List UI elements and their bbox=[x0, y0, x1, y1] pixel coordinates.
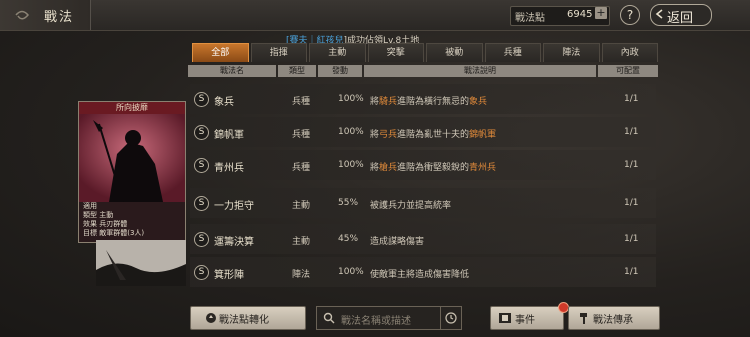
s-rank-icon: S bbox=[194, 158, 209, 173]
tactic-type: 主動 bbox=[292, 201, 311, 211]
tactic-rate: 100% bbox=[338, 127, 364, 137]
category-tabs: 全部 指揮 主動 突擊 被動 兵種 陣法 內政 bbox=[192, 43, 658, 62]
tab-active[interactable]: 主動 bbox=[309, 43, 366, 62]
event-label: 事件 bbox=[515, 315, 535, 326]
tab-internal[interactable]: 內政 bbox=[601, 43, 658, 62]
add-points-button[interactable]: + bbox=[595, 7, 607, 19]
tactic-desc: 被護兵力並提高統率 bbox=[370, 201, 452, 211]
tactic-desc: 將騎兵進階為橫行無忌的象兵 bbox=[370, 97, 488, 107]
tactic-name: 一力拒守 bbox=[214, 201, 254, 212]
s-rank-icon: S bbox=[194, 232, 209, 247]
tab-formation[interactable]: 陣法 bbox=[543, 43, 600, 62]
tactic-points-label: 戰法點 bbox=[515, 13, 545, 24]
search-placeholder: 戰法名稱或描述 bbox=[341, 316, 411, 327]
table-row[interactable]: S 箕形陣 陣法 100% 使敵軍主將造成傷害降低 1/1 bbox=[190, 257, 656, 287]
tactic-name: 運籌決算 bbox=[214, 237, 254, 248]
tactic-card[interactable]: 所向披靡 適用 類型 主動 效果 兵刃群體 目標 敵軍群體(3人) bbox=[78, 101, 186, 243]
card-info: 適用 類型 主動 效果 兵刃群體 目標 敵軍群體(3人) bbox=[83, 202, 145, 237]
tactic-name: 箕形陣 bbox=[214, 270, 244, 281]
tactic-inherit-label: 戰法傳承 bbox=[593, 315, 633, 326]
tactic-name: 錦帆軍 bbox=[214, 130, 244, 141]
top-bar: 戰法 戰法點 6945 + ? 返回 bbox=[0, 0, 750, 31]
tab-troop[interactable]: 兵種 bbox=[484, 43, 541, 62]
table-row[interactable]: S 運籌決算 主動 45% 造成謀略傷害 1/1 bbox=[190, 224, 656, 254]
table-row[interactable]: S 青州兵 兵種 100% 將槍兵進階為衝堅毅銳的青州兵 1/1 bbox=[190, 150, 656, 180]
tactic-desc: 將槍兵進階為衝堅毅銳的青州兵 bbox=[370, 163, 497, 173]
tab-assault[interactable]: 突擊 bbox=[367, 43, 424, 62]
tactic-config: 1/1 bbox=[624, 198, 639, 208]
convert-points-button[interactable]: 戰法點轉化 bbox=[190, 306, 306, 330]
convert-icon bbox=[206, 313, 216, 323]
tactic-desc: 使敵軍主將造成傷害降低 bbox=[370, 270, 470, 280]
history-button[interactable] bbox=[440, 307, 461, 329]
scroll-icon bbox=[499, 313, 511, 323]
tactic-desc: 造成謀略傷害 bbox=[370, 237, 425, 247]
convert-points-label: 戰法點轉化 bbox=[219, 315, 269, 326]
tactic-type: 陣法 bbox=[292, 270, 311, 280]
table-row[interactable]: S 象兵 兵種 100% 將騎兵進階為橫行無忌的象兵 1/1 bbox=[190, 84, 656, 114]
tactic-type: 兵種 bbox=[292, 130, 311, 140]
tactic-rate: 55% bbox=[338, 198, 359, 208]
tactic-type: 兵種 bbox=[292, 97, 311, 107]
tactic-config: 1/1 bbox=[624, 234, 639, 244]
table-row[interactable]: S 錦帆軍 兵種 100% 將弓兵進階為亂世十夫的錦帆軍 1/1 bbox=[190, 117, 656, 147]
page-title: 戰法 bbox=[44, 10, 75, 25]
tab-command[interactable]: 指揮 bbox=[250, 43, 307, 62]
tab-all[interactable]: 全部 bbox=[192, 43, 249, 62]
ink-scenery-illustration bbox=[96, 240, 186, 286]
tactic-points-value: 6945 bbox=[567, 9, 593, 20]
s-rank-icon: S bbox=[194, 265, 209, 280]
warrior-illustration bbox=[79, 114, 185, 202]
tactic-rate: 100% bbox=[338, 267, 364, 277]
col-name: 戰法名 bbox=[188, 65, 276, 77]
tactic-rate: 100% bbox=[338, 160, 364, 170]
swirl-icon bbox=[15, 10, 29, 20]
col-cfg: 可配置 bbox=[598, 65, 658, 77]
tactic-rate: 45% bbox=[338, 234, 359, 244]
tactic-rate: 100% bbox=[338, 94, 364, 104]
table-header: 戰法名 類型 發動 戰法說明 可配置 bbox=[188, 65, 658, 79]
hammer-icon bbox=[580, 313, 587, 324]
tactic-config: 1/1 bbox=[624, 94, 639, 104]
help-button[interactable]: ? bbox=[620, 5, 640, 25]
tactic-config: 1/1 bbox=[624, 160, 639, 170]
back-label: 返回 bbox=[667, 11, 694, 26]
col-rate: 發動 bbox=[318, 65, 362, 77]
title-block: 戰法 bbox=[0, 0, 91, 30]
back-arrow-icon bbox=[655, 9, 663, 19]
search-box[interactable]: 戰法名稱或描述 bbox=[316, 306, 462, 330]
s-rank-icon: S bbox=[194, 196, 209, 211]
tab-passive[interactable]: 被動 bbox=[426, 43, 483, 62]
col-type: 類型 bbox=[278, 65, 316, 77]
tactic-name: 象兵 bbox=[214, 97, 234, 108]
event-button[interactable]: 事件 bbox=[490, 306, 564, 330]
s-rank-icon: S bbox=[194, 92, 209, 107]
tactic-inherit-button[interactable]: 戰法傳承 bbox=[568, 306, 660, 330]
s-rank-icon: S bbox=[194, 125, 209, 140]
search-icon bbox=[323, 312, 335, 324]
tactic-name: 青州兵 bbox=[214, 163, 244, 174]
tactic-config: 1/1 bbox=[624, 267, 639, 277]
clock-icon bbox=[445, 312, 457, 324]
col-desc: 戰法說明 bbox=[364, 65, 596, 77]
back-button[interactable]: 返回 bbox=[650, 4, 712, 26]
table-row[interactable]: S 一力拒守 主動 55% 被護兵力並提高統率 1/1 bbox=[190, 188, 656, 218]
tactic-desc: 將弓兵進階為亂世十夫的錦帆軍 bbox=[370, 130, 497, 140]
tactic-config: 1/1 bbox=[624, 127, 639, 137]
tactic-type: 兵種 bbox=[292, 163, 311, 173]
tactic-type: 主動 bbox=[292, 237, 311, 247]
card-title: 所向披靡 bbox=[79, 102, 185, 114]
